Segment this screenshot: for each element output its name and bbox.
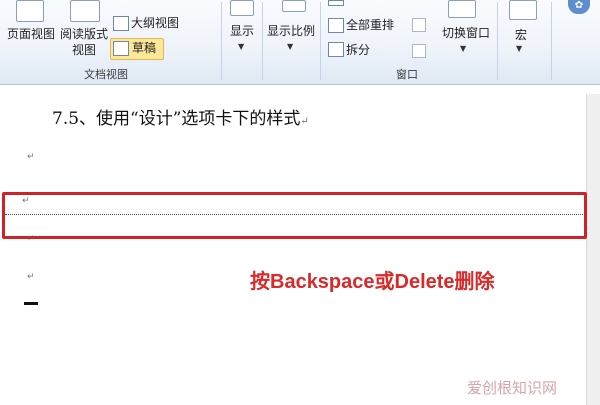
paragraph-mark: ↵ (27, 272, 35, 282)
group-separator (497, 2, 498, 80)
side-by-side-icon[interactable] (412, 18, 426, 32)
reading-view-button-line2[interactable]: 视图 (58, 43, 110, 58)
zoom-icon[interactable] (282, 0, 306, 12)
macros-button[interactable]: 宏 (510, 28, 532, 43)
show-dropdown-arrow[interactable]: ▼ (238, 42, 244, 51)
switch-windows-button[interactable]: 切换窗口 (436, 26, 496, 41)
vertical-scrollbar[interactable] (586, 94, 600, 405)
reading-view-icon[interactable] (70, 0, 100, 22)
text-cursor (24, 302, 38, 305)
group-separator (262, 2, 263, 80)
outline-view-button[interactable]: 大纲视图 (131, 16, 179, 31)
zoom-dropdown-arrow[interactable]: ▼ (287, 42, 293, 51)
switch-windows-dropdown-arrow[interactable]: ▼ (460, 44, 466, 53)
paragraph-mark: ↵ (27, 152, 35, 162)
group-label-window: 窗口 (396, 68, 418, 81)
arrange-all-button[interactable]: 全部重排 (346, 18, 394, 33)
zoom-button[interactable]: 显示比例 (264, 24, 318, 39)
reading-view-button-line1[interactable]: 阅读版式 (58, 27, 110, 42)
watermark-text: 爱创根知识网 (467, 379, 558, 397)
split-icon[interactable] (328, 42, 344, 57)
group-label-doc-views: 文档视图 (84, 68, 128, 81)
page-view-icon[interactable] (16, 0, 44, 22)
document-heading[interactable]: 7.5、使用“设计”选项卡下的样式↵ (52, 104, 309, 129)
new-window-icon[interactable] (328, 0, 344, 6)
document-area[interactable] (0, 85, 600, 405)
outline-view-icon[interactable] (113, 16, 129, 31)
draft-view-button[interactable]: 草稿 (132, 41, 156, 56)
show-button[interactable]: 显示 (224, 24, 260, 39)
ribbon: 页面视图 阅读版式 视图 大纲视图 草稿 文档视图 显示 ▼ 显示比例 ▼ 全部… (0, 0, 600, 85)
group-separator (551, 2, 552, 80)
switch-windows-icon[interactable] (448, 0, 476, 18)
group-separator (320, 2, 321, 80)
sync-scroll-icon[interactable] (412, 44, 426, 58)
macros-dropdown-arrow[interactable]: ▼ (516, 44, 522, 53)
instruction-caption: 按Backspace或Delete删除 (250, 271, 495, 293)
macros-icon[interactable] (509, 0, 537, 20)
draft-view-icon[interactable] (113, 41, 129, 56)
highlight-box (2, 192, 587, 239)
split-button[interactable]: 拆分 (346, 43, 370, 58)
show-icon[interactable] (230, 0, 254, 16)
page-view-button[interactable]: 页面视图 (4, 27, 58, 42)
arrange-all-icon[interactable] (328, 18, 344, 33)
group-separator (221, 2, 222, 80)
